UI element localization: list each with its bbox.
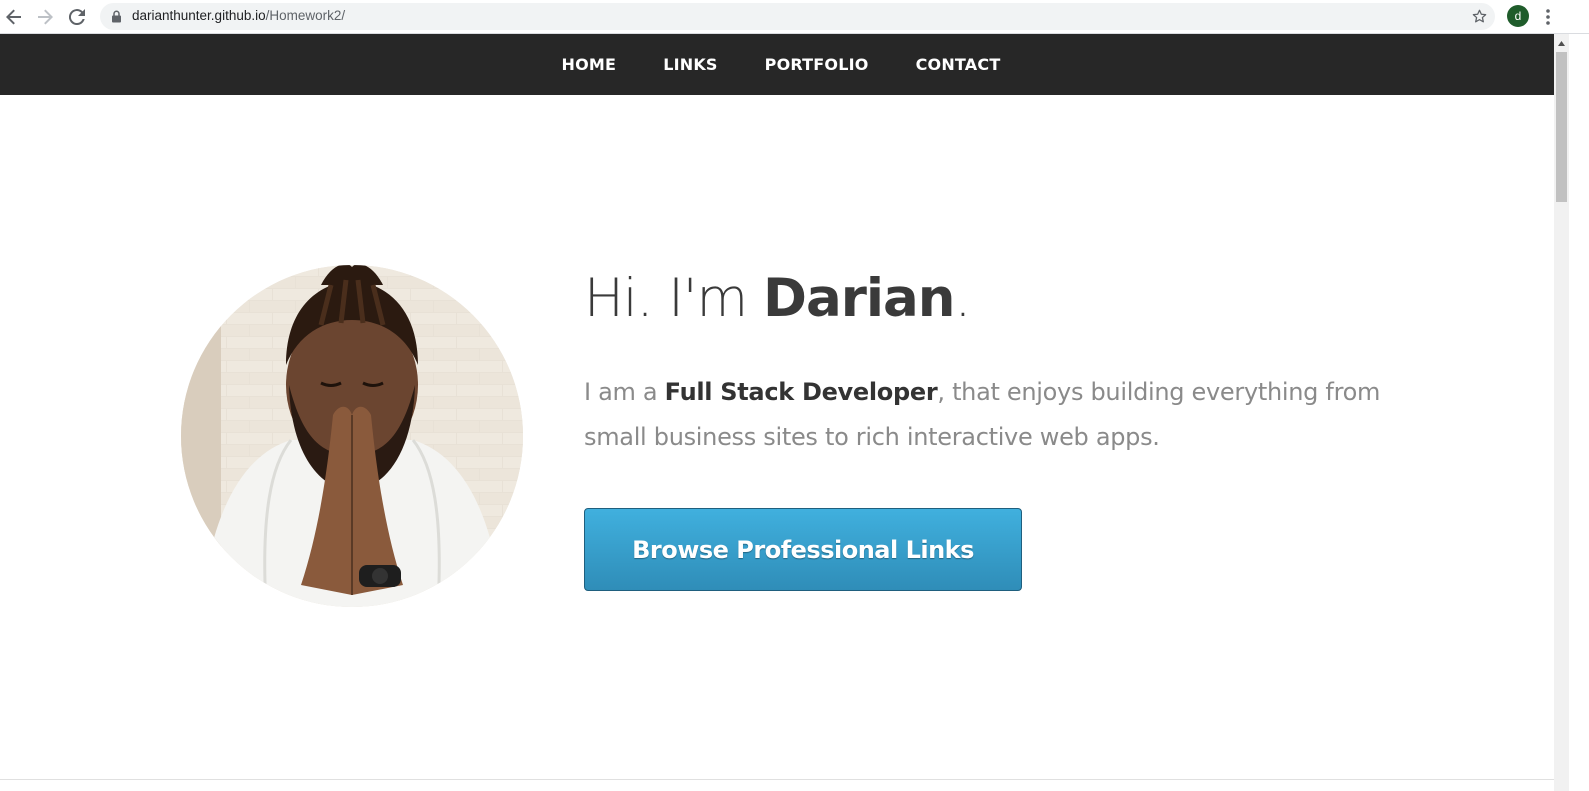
tagline-prefix: I am a: [584, 378, 665, 406]
forward-icon[interactable]: [33, 5, 57, 29]
back-icon[interactable]: [2, 5, 26, 29]
site-navbar: HOME LINKS PORTFOLIO CONTACT: [0, 34, 1554, 95]
browser-toolbar: darianthunter.github.io/Homework2/ d: [0, 0, 1589, 34]
lock-icon: [112, 10, 121, 23]
headline-name: Darian: [762, 268, 956, 329]
nav-link-contact[interactable]: CONTACT: [892, 55, 1024, 74]
browse-links-button[interactable]: Browse Professional Links: [584, 508, 1022, 591]
scroll-up-icon[interactable]: [1554, 36, 1569, 50]
url-text: darianthunter.github.io/Homework2/: [132, 8, 345, 23]
star-icon[interactable]: [1471, 8, 1488, 25]
hero-tagline: I am a Full Stack Developer, that enjoys…: [584, 370, 1384, 460]
scrollbar[interactable]: [1554, 34, 1569, 791]
nav-link-links[interactable]: LINKS: [640, 55, 741, 74]
headline-suffix: .: [954, 268, 972, 329]
url-path: /Homework2/: [265, 8, 346, 23]
nav-links: HOME LINKS PORTFOLIO CONTACT: [538, 55, 1024, 74]
kebab-menu-icon[interactable]: [1540, 6, 1556, 28]
hero-headline: Hi. I'm Darian.: [584, 268, 972, 329]
headline-prefix: Hi. I'm: [584, 268, 763, 329]
reload-icon[interactable]: [65, 5, 89, 29]
nav-link-portfolio[interactable]: PORTFOLIO: [741, 55, 892, 74]
section-divider: [0, 779, 1554, 780]
scrollbar-thumb[interactable]: [1556, 52, 1567, 202]
address-bar[interactable]: darianthunter.github.io/Homework2/: [100, 3, 1495, 30]
tagline-role: Full Stack Developer: [664, 378, 938, 406]
profile-photo: [181, 265, 523, 607]
nav-link-home[interactable]: HOME: [538, 55, 640, 74]
url-host: darianthunter.github.io: [132, 8, 266, 23]
profile-avatar[interactable]: d: [1507, 5, 1529, 27]
